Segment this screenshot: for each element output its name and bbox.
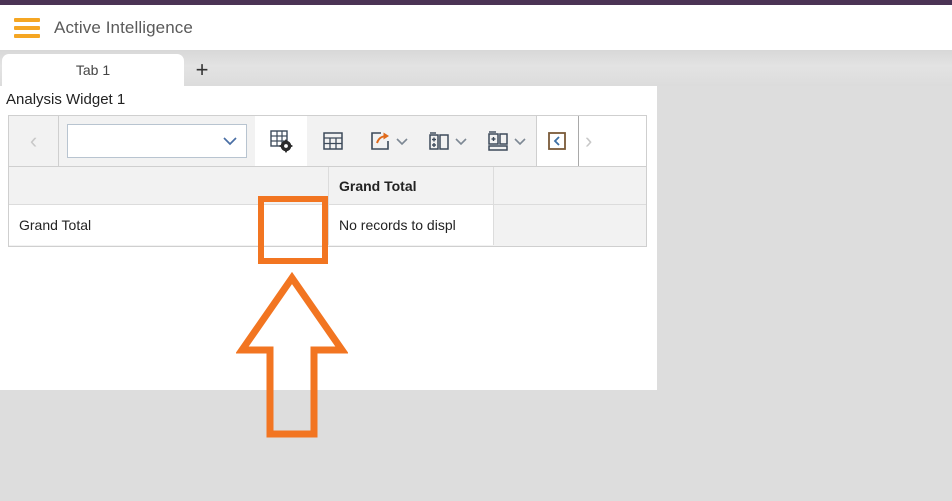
share-export-icon xyxy=(371,132,389,150)
table-settings-icon xyxy=(270,130,293,153)
analysis-widget-panel: Analysis Widget 1 ‹ › Grand Total Grand … xyxy=(0,86,657,438)
chevron-left-icon[interactable]: ‹ xyxy=(9,116,59,166)
table-row: Grand Total No records to displ xyxy=(9,205,646,245)
table-cell-row-label: Grand Total xyxy=(9,205,329,245)
table-cell-no-records: No records to displ xyxy=(329,205,494,245)
table-header-cell xyxy=(494,167,646,205)
insert-column-button[interactable] xyxy=(418,116,477,166)
widget-title: Analysis Widget 1 xyxy=(6,91,126,108)
dimension-select[interactable] xyxy=(67,124,247,158)
tab-tab-1[interactable]: Tab 1 xyxy=(2,54,184,86)
dimension-select-wrapper xyxy=(59,116,255,166)
widget-toolbar: ‹ › xyxy=(8,115,647,167)
add-tab-button[interactable]: + xyxy=(186,54,218,86)
tab-strip: Tab 1 + xyxy=(0,50,952,86)
app-header: Active Intelligence xyxy=(0,5,952,50)
chevron-down-icon xyxy=(455,137,467,145)
chevron-down-icon xyxy=(223,137,237,146)
hamburger-bar xyxy=(14,33,40,38)
collapse-panel-button[interactable] xyxy=(536,116,578,166)
table-header-cell xyxy=(9,167,329,205)
tab-label: Tab 1 xyxy=(75,62,111,78)
collapse-panel-icon xyxy=(547,132,566,150)
table-grid-icon xyxy=(323,132,343,150)
annotation-arrow-up xyxy=(236,272,348,438)
table-cell-filler xyxy=(494,205,646,245)
hamburger-bar xyxy=(14,17,40,22)
table-header-cell: Grand Total xyxy=(329,167,494,205)
next-glyph: › xyxy=(585,128,593,153)
plus-icon: + xyxy=(195,57,209,82)
export-button[interactable] xyxy=(359,116,418,166)
pivot-table: Grand Total Grand Total No records to di… xyxy=(8,167,647,247)
hamburger-bar xyxy=(14,25,40,30)
chevron-down-icon xyxy=(514,137,526,145)
page-canvas: Analysis Widget 1 ‹ › Grand Total Grand … xyxy=(0,86,952,501)
prev-glyph: ‹ xyxy=(29,128,38,153)
table-header-row: Grand Total xyxy=(9,167,646,205)
insert-row-button[interactable] xyxy=(477,116,536,166)
insert-column-icon xyxy=(429,132,449,150)
chevron-down-icon xyxy=(396,137,408,145)
hamburger-icon[interactable] xyxy=(14,17,40,38)
properties-button[interactable] xyxy=(255,116,307,166)
table-view-button[interactable] xyxy=(307,116,359,166)
insert-row-icon xyxy=(488,131,508,151)
app-title: Active Intelligence xyxy=(54,17,193,37)
chevron-right-icon[interactable]: › xyxy=(578,116,646,166)
